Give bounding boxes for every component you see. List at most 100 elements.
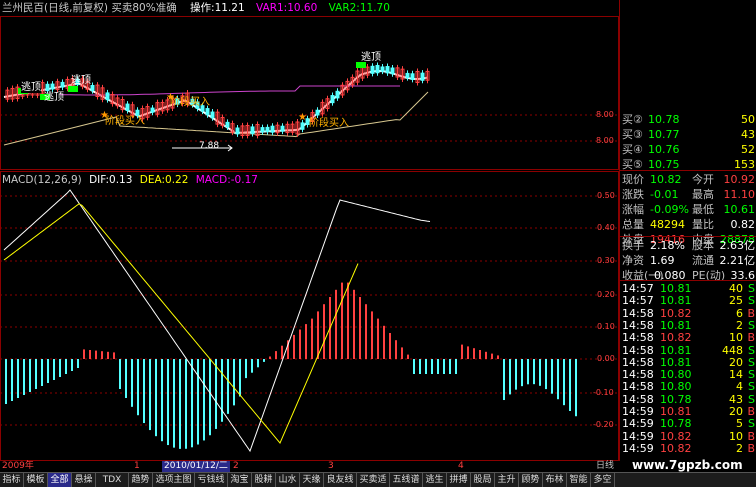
tab-5[interactable]: TDX bbox=[96, 473, 129, 487]
tab-11[interactable]: 山水 bbox=[276, 473, 300, 487]
tab-10[interactable]: 股耕 bbox=[252, 473, 276, 487]
bid-volume: 50 bbox=[741, 113, 755, 126]
tab-13[interactable]: 良友线 bbox=[324, 473, 357, 487]
macd-y-tick: 0.00 bbox=[597, 354, 615, 363]
candle-body bbox=[405, 72, 410, 79]
candle-body bbox=[380, 66, 385, 72]
price-y-tick: 8.00 bbox=[596, 136, 614, 145]
cursor-date: 2010/01/12/二 bbox=[162, 461, 230, 472]
bid-price: 10.77 bbox=[648, 128, 680, 141]
quote-divider bbox=[620, 170, 756, 171]
escape-top-label: 逃顶 bbox=[44, 92, 64, 103]
macd-y-tick: -0.20 bbox=[593, 420, 614, 429]
stat-value: 11.10 bbox=[723, 188, 756, 201]
stat-row: 涨跌 -0.01 最高 11.10 bbox=[620, 187, 756, 202]
candle-body bbox=[375, 64, 380, 74]
stat-label: 最高 bbox=[692, 188, 714, 201]
macd-header: MACD(12,26,9) DIF:0.13 DEA:0.22 MACD:-0.… bbox=[2, 173, 258, 187]
tab-16[interactable]: 逃生 bbox=[423, 473, 447, 487]
chart-area[interactable]: ★★★ bbox=[0, 0, 619, 461]
candle-body bbox=[235, 127, 240, 135]
tab-21[interactable]: 布林 bbox=[543, 473, 567, 487]
tick-price: 10.82 bbox=[660, 441, 692, 455]
tab-1[interactable]: 指标 bbox=[0, 473, 24, 487]
quote-panel: 买② 10.78 50 买③ 10.77 43 买④ 10.76 52 买⑤ 10.75 153 现价… bbox=[619, 0, 756, 461]
stat-row: 涨幅 -0.09% 最低 10.61 bbox=[620, 202, 756, 217]
quote-divider bbox=[620, 236, 756, 237]
tick-direction: B bbox=[747, 441, 755, 455]
stat-value: 10.82 bbox=[650, 173, 682, 186]
stat-label: 今开 bbox=[692, 173, 714, 186]
candle-body bbox=[210, 111, 215, 119]
tab-20[interactable]: 顾势 bbox=[519, 473, 543, 487]
stock-title: 兰州民百(日线,前复权) bbox=[2, 2, 109, 14]
stat-value: 10.92 bbox=[723, 173, 756, 186]
tab-3[interactable]: 全部 bbox=[48, 473, 72, 487]
escape-top-label: 逃顶 bbox=[71, 75, 91, 86]
candle-body bbox=[125, 103, 130, 112]
candle-body bbox=[105, 92, 110, 101]
macd-value-label: MACD:-0.17 bbox=[195, 174, 258, 186]
escape-top-label: 逃顶 bbox=[21, 78, 41, 93]
stat-value: -0.09% bbox=[650, 203, 689, 216]
period-label: 日线 bbox=[596, 461, 615, 471]
tab-18[interactable]: 股局 bbox=[471, 473, 495, 487]
candle-body bbox=[250, 126, 255, 134]
var2-label: VAR2:11.70 bbox=[328, 2, 390, 14]
tab-8[interactable]: 亏钱线 bbox=[195, 473, 228, 487]
bid-row: 买④ 10.76 52 bbox=[620, 142, 756, 157]
tab-7[interactable]: 选项主图 bbox=[153, 473, 195, 487]
stat-row: 总量 48294 量比 0.82 bbox=[620, 217, 756, 232]
tab-19[interactable]: 主升 bbox=[495, 473, 519, 487]
dif-label: DIF:0.13 bbox=[89, 174, 133, 186]
tab-17[interactable]: 拼搏 bbox=[447, 473, 471, 487]
escape-top-marker bbox=[68, 86, 78, 92]
tab-15[interactable]: 五线谱 bbox=[390, 473, 423, 487]
quote-divider bbox=[620, 280, 756, 281]
candle-body bbox=[280, 125, 285, 132]
macd-y-tick: 0.20 bbox=[597, 290, 615, 299]
candle-body bbox=[410, 73, 415, 80]
stat-value: 10.61 bbox=[723, 203, 756, 216]
op-label: 操作:11.21 bbox=[190, 2, 245, 14]
tab-14[interactable]: 买卖适 bbox=[357, 473, 390, 487]
chart-header: 兰州民百(日线,前复权) 买卖80%准确 操作:11.21 VAR1:10.60… bbox=[2, 1, 390, 15]
macd-name: MACD(12,26,9) bbox=[2, 174, 82, 186]
stat-label: 最低 bbox=[692, 203, 714, 216]
macd-panel-border bbox=[0, 171, 619, 461]
macd-y-tick: -0.10 bbox=[593, 388, 614, 397]
tab-6[interactable]: 趋势 bbox=[129, 473, 153, 487]
candle-body bbox=[270, 125, 275, 133]
tab-23[interactable]: 多空 bbox=[591, 473, 615, 487]
date-month: 2 bbox=[233, 461, 239, 471]
bid-label: 买④ bbox=[622, 143, 643, 156]
date-axis: 2009年 1 2010/01/12/二 2 3 4 日线 bbox=[0, 461, 619, 472]
tab-4[interactable]: 悬操 bbox=[72, 473, 96, 487]
candlesticks[interactable] bbox=[5, 62, 430, 139]
low-price-label: 7.88 bbox=[199, 141, 220, 151]
buy-star-icon: ★ bbox=[298, 112, 307, 123]
candle-body bbox=[60, 81, 65, 88]
bid-label: 买② bbox=[622, 113, 643, 126]
tab-12[interactable]: 天缘 bbox=[300, 473, 324, 487]
tab-2[interactable]: 模板 bbox=[24, 473, 48, 487]
macd-histogram[interactable] bbox=[5, 282, 577, 449]
fund-label: 净资 bbox=[622, 254, 644, 267]
macd-y-tick: 0.50 bbox=[597, 191, 615, 200]
macd-y-tick: 0.40 bbox=[597, 223, 615, 232]
buy-label: 阶段买入 bbox=[170, 97, 210, 108]
candle-body bbox=[385, 66, 390, 74]
stat-label: 涨幅 bbox=[622, 203, 644, 216]
macd-y-tick: 0.30 bbox=[597, 256, 615, 265]
tick-volume: 2 bbox=[736, 441, 743, 455]
tab-9[interactable]: 淘宝 bbox=[228, 473, 252, 487]
bid-label: 买③ bbox=[622, 128, 643, 141]
stat-row: 现价 10.82 今开 10.92 bbox=[620, 172, 756, 187]
candle-body bbox=[265, 126, 270, 133]
stat-value: -0.01 bbox=[650, 188, 679, 201]
fund-row: 换手 2.18% 股本 2.63亿 bbox=[620, 238, 756, 253]
stat-label: 总量 bbox=[622, 218, 644, 231]
indicator-tab-bar: 指标 模板 全部 悬操 TDX 趋势 选项主图 亏钱线 淘宝 股耕 山水 天缘 良友线 买卖适 五线谱 逃生拼… bbox=[0, 472, 756, 487]
tab-22[interactable]: 智能 bbox=[567, 473, 591, 487]
stat-label: 现价 bbox=[622, 173, 644, 186]
